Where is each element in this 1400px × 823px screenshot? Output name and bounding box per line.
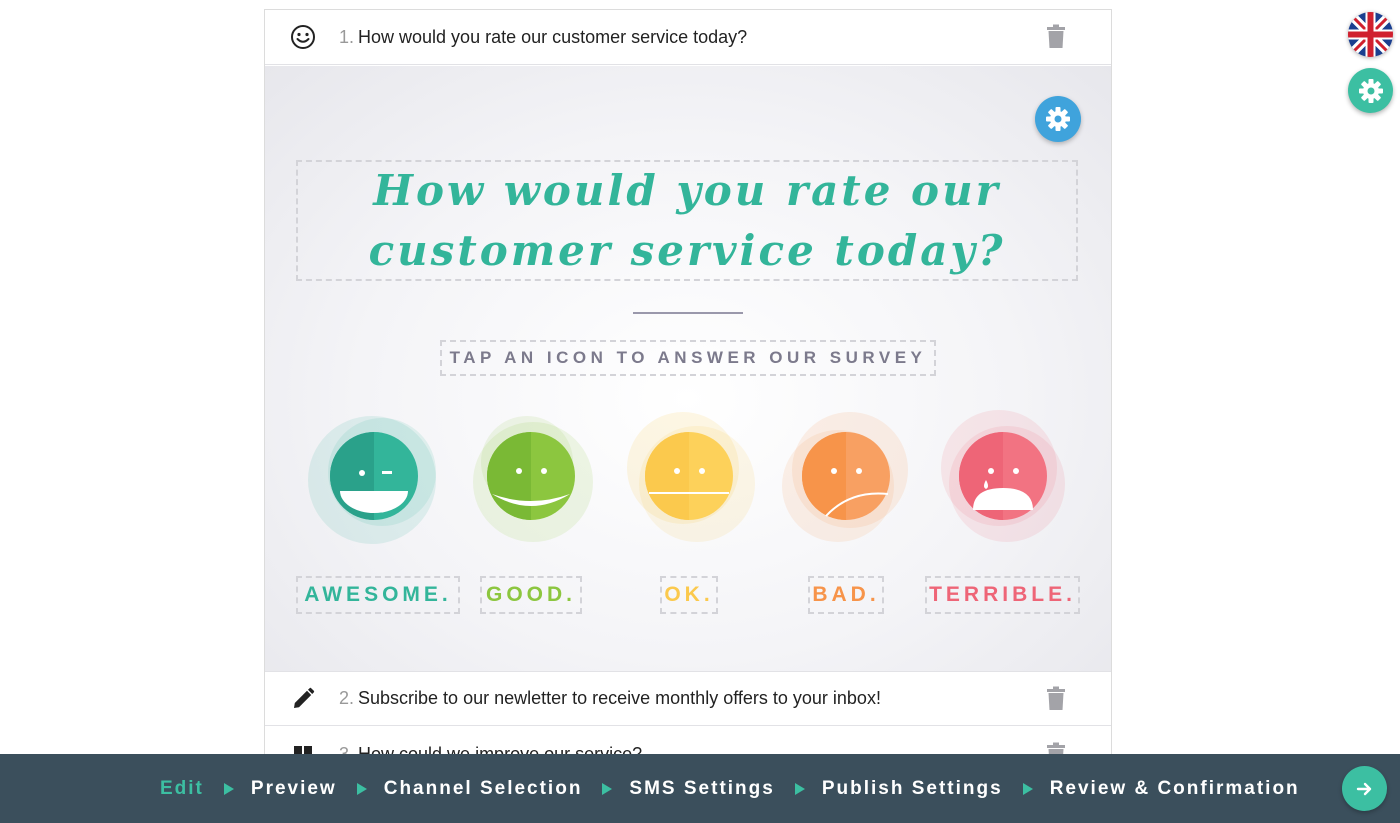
arrow-right-icon bbox=[1356, 782, 1371, 795]
rating-awesome-label[interactable]: AWESOME. bbox=[296, 576, 460, 614]
survey-editor-panel: 1. How would you rate our customer servic… bbox=[264, 9, 1112, 770]
step-arrow-icon bbox=[1022, 782, 1033, 795]
language-switch-button[interactable] bbox=[1348, 12, 1393, 57]
headline-editable-box[interactable]: How would you rate our customer service … bbox=[296, 160, 1078, 281]
step-arrow-icon bbox=[794, 782, 805, 795]
gear-icon bbox=[1046, 107, 1070, 131]
rating-bad-face[interactable] bbox=[776, 406, 916, 546]
rating-bad-label[interactable]: BAD. bbox=[808, 576, 884, 614]
step-channel-selection[interactable]: Channel Selection bbox=[384, 778, 583, 800]
instruction-editable-box[interactable]: TAP AN ICON TO ANSWER OUR SURVEY bbox=[440, 340, 936, 376]
step-preview[interactable]: Preview bbox=[251, 778, 337, 800]
delete-question-button[interactable] bbox=[1045, 24, 1067, 50]
smiley-icon bbox=[289, 23, 317, 51]
rating-ok-label[interactable]: OK. bbox=[660, 576, 718, 614]
trash-icon bbox=[1047, 24, 1065, 48]
step-edit[interactable]: Edit bbox=[160, 778, 204, 800]
step-review-confirmation[interactable]: Review & Confirmation bbox=[1050, 778, 1300, 800]
question-title: 2. Subscribe to our newletter to receive … bbox=[339, 688, 881, 708]
rating-terrible-face[interactable] bbox=[933, 406, 1073, 546]
global-settings-button[interactable] bbox=[1348, 68, 1393, 113]
survey-instruction: TAP AN ICON TO ANSWER OUR SURVEY bbox=[449, 348, 927, 367]
survey-preview-canvas: How would you rate our customer service … bbox=[265, 66, 1111, 671]
question-title: 1. How would you rate our customer servic… bbox=[339, 26, 748, 47]
uk-flag-icon bbox=[1348, 12, 1393, 57]
question-settings-button[interactable] bbox=[1035, 96, 1081, 142]
wizard-steps: Edit Preview Channel Selection SMS Setti… bbox=[160, 754, 1300, 823]
rating-good-face[interactable] bbox=[461, 406, 601, 546]
gear-icon bbox=[1358, 78, 1383, 103]
step-arrow-icon bbox=[602, 782, 613, 795]
rating-good-label[interactable]: GOOD. bbox=[480, 576, 582, 614]
next-step-button[interactable] bbox=[1342, 766, 1387, 811]
step-arrow-icon bbox=[223, 782, 234, 795]
question-row-1[interactable]: 1. How would you rate our customer servic… bbox=[265, 10, 1111, 65]
pencil-icon bbox=[289, 685, 317, 713]
wizard-footer: Edit Preview Channel Selection SMS Setti… bbox=[0, 754, 1400, 823]
step-sms-settings[interactable]: SMS Settings bbox=[629, 778, 774, 800]
delete-question-button[interactable] bbox=[1045, 686, 1067, 712]
survey-headline: How would you rate our customer service … bbox=[368, 165, 1006, 275]
rating-ok-face[interactable] bbox=[619, 406, 759, 546]
divider bbox=[633, 312, 743, 314]
step-publish-settings[interactable]: Publish Settings bbox=[822, 778, 1003, 800]
trash-icon bbox=[1047, 686, 1065, 710]
rating-awesome-face[interactable] bbox=[304, 406, 444, 546]
rating-terrible-label[interactable]: TERRIBLE. bbox=[925, 576, 1080, 614]
question-row-2[interactable]: 2. Subscribe to our newletter to receive … bbox=[265, 671, 1111, 726]
step-arrow-icon bbox=[356, 782, 367, 795]
